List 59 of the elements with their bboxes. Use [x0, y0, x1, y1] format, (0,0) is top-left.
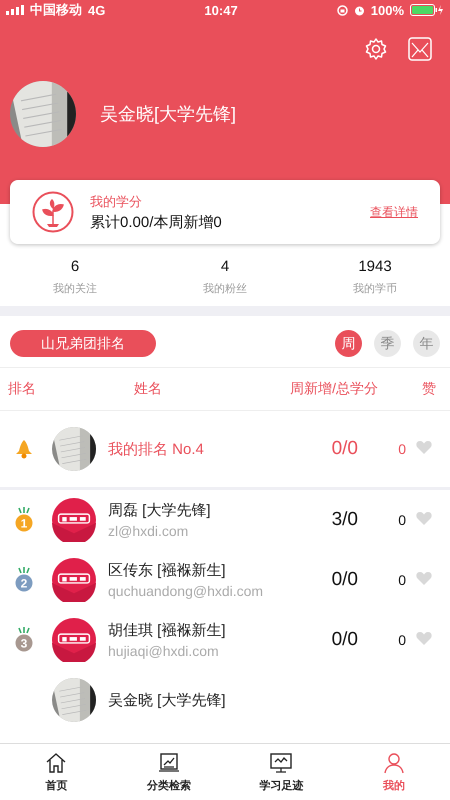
message-icon[interactable] [408, 37, 432, 61]
column-header: 周新增/总学分 [289, 380, 378, 398]
monitor-icon [269, 751, 294, 775]
person-icon [382, 751, 406, 775]
like-count: 0 [397, 441, 406, 457]
member-name: 区传东 [襁褓新生] [108, 561, 227, 580]
signal-icon [6, 5, 24, 15]
rotation-lock-icon [336, 4, 348, 16]
clock-time: 10:47 [204, 2, 238, 18]
stat-label: 我的关注 [53, 282, 97, 296]
tab-item[interactable]: 学习足迹 [225, 744, 338, 800]
stat-label: 我的粉丝 [203, 282, 247, 296]
column-header: 排名 [8, 380, 37, 398]
like-count: 0 [397, 632, 406, 648]
settings-icon[interactable] [364, 37, 388, 61]
alarm-icon [354, 4, 365, 16]
score-value: 0/0 [330, 569, 358, 591]
like-count: 0 [397, 512, 406, 528]
battery-percent: 100% [370, 2, 404, 18]
member-email: quchuandong@hxdi.com [108, 583, 264, 599]
user-name: 吴金晓[大学先锋] [100, 103, 236, 126]
stat-label: 我的学币 [353, 282, 397, 296]
logo-avatar-icon [52, 558, 96, 602]
stat-value: 6 [70, 258, 80, 275]
score-value: 0/0 [330, 629, 358, 651]
score-value: 3/0 [330, 509, 358, 531]
logo-avatar-icon [52, 618, 96, 662]
team-ranking-button[interactable]: 山兄弟团排名 [10, 330, 156, 357]
member-name: 我的排名 No.4 [108, 440, 205, 458]
tab-item[interactable]: 分类检索 [112, 744, 225, 800]
stat-value: 1943 [358, 258, 392, 275]
like-count: 0 [397, 572, 406, 588]
period-tab[interactable]: 季 [374, 330, 401, 357]
heart-icon[interactable] [416, 630, 432, 644]
carrier-name: 中国移动 [30, 1, 82, 19]
battery-charging-icon [410, 4, 444, 16]
bell-icon [15, 439, 33, 459]
network-type: 4G [88, 2, 106, 18]
heart-icon[interactable] [416, 570, 432, 584]
credit-summary: 累计0.00/本周新增0 [90, 212, 223, 232]
stat-value: 4 [220, 258, 230, 275]
tab-item[interactable]: 我的 [338, 744, 450, 800]
details-link[interactable]: 查看详情 [370, 204, 418, 220]
heart-icon[interactable] [416, 510, 432, 524]
column-header: 姓名 [133, 380, 163, 398]
sprout-icon [32, 191, 74, 233]
tab-item[interactable]: 首页 [0, 744, 112, 800]
logo-avatar-icon [52, 498, 96, 542]
member-email: hujiaqi@hxdi.com [108, 643, 220, 659]
period-tab[interactable]: 年 [413, 330, 440, 357]
column-header: 赞 [421, 380, 437, 398]
score-value: 0/0 [330, 438, 358, 460]
credit-title: 我的学分 [90, 192, 143, 210]
member-name: 吴金晓 [大学先锋] [108, 690, 227, 710]
period-tab[interactable]: 周 [335, 330, 362, 357]
member-name: 胡佳琪 [襁褓新生] [108, 621, 227, 640]
member-email: zl@hxdi.com [108, 523, 190, 539]
member-name: 周磊 [大学先锋] [108, 501, 212, 520]
heart-icon[interactable] [416, 440, 432, 454]
